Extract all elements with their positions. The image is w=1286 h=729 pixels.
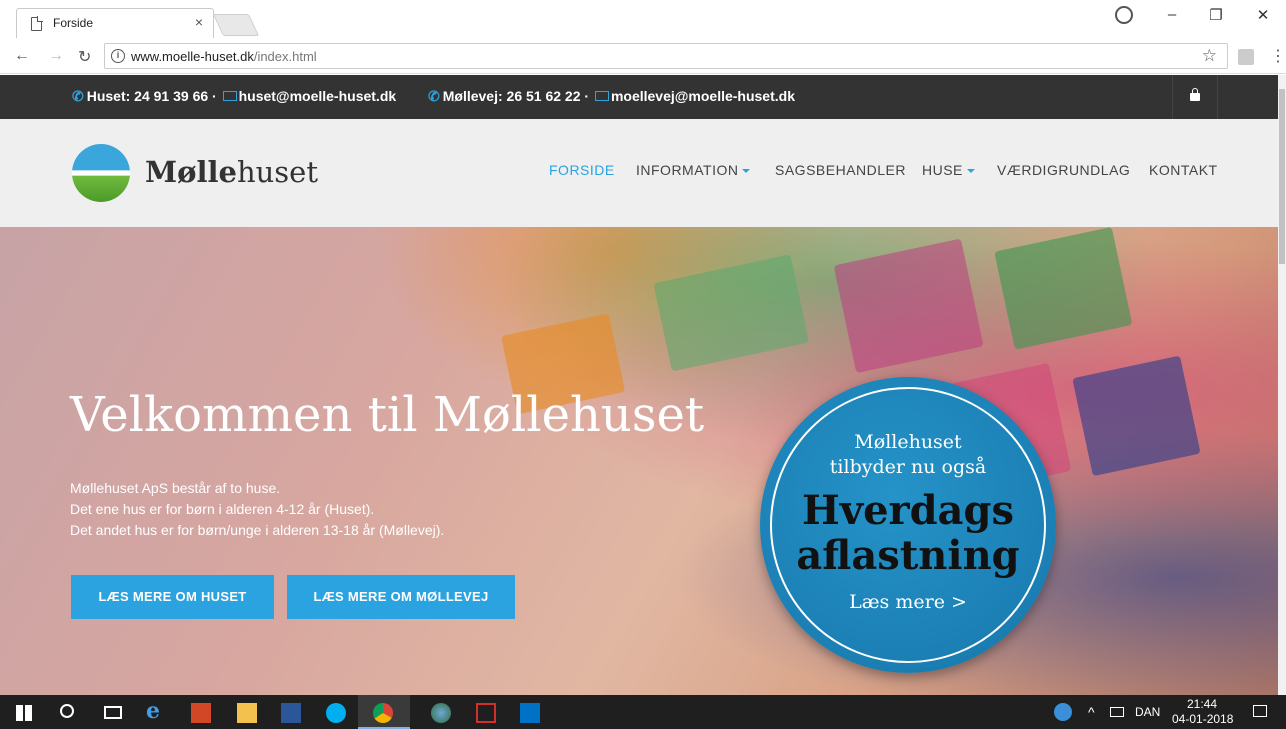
word-icon[interactable] (281, 703, 301, 723)
url-input[interactable]: i www.moelle-huset.dk/index.html ☆ (104, 43, 1228, 69)
maximize-button[interactable]: ❐ (1196, 6, 1236, 24)
site-logo[interactable]: Møllehuset (145, 155, 318, 189)
notifications-icon[interactable] (1253, 705, 1267, 717)
chevron-up-icon[interactable]: ^ (1088, 704, 1095, 720)
caret-down-icon (742, 169, 751, 173)
browser-tab[interactable]: Forside × (16, 8, 214, 38)
nav-huse[interactable]: HUSE (922, 162, 975, 178)
url-path: /index.html (253, 49, 317, 64)
badge-line2: tilbyder nu også (829, 456, 987, 478)
hero-line: Møllehuset ApS består af to huse. (70, 480, 281, 496)
contact-huset: ✆ Huset: 24 91 39 66 · huset@moelle-huset… (72, 88, 396, 105)
phone-moellevej[interactable]: Møllevej: 26 51 62 22 · (443, 88, 593, 104)
hero-title: Velkommen til Møllehuset (70, 387, 705, 443)
lock-icon (1190, 88, 1200, 101)
nav-forside[interactable]: FORSIDE (549, 162, 615, 178)
file-explorer-icon[interactable] (237, 703, 257, 723)
tab-close-icon[interactable]: × (195, 14, 203, 30)
tab-title: Forside (53, 16, 94, 30)
reload-icon[interactable]: ↻ (78, 47, 91, 67)
nav-vaerdigrundlag[interactable]: VÆRDIGRUNDLAG (997, 162, 1130, 178)
promo-badge[interactable]: Møllehuset tilbyder nu også Hverdags afl… (760, 377, 1056, 673)
nav-sagsbehandler[interactable]: SAGSBEHANDLER (775, 162, 906, 178)
nav-kontakt[interactable]: KONTAKT (1149, 162, 1218, 178)
windows-start-icon[interactable] (16, 705, 32, 721)
badge-line1: Møllehuset (854, 431, 962, 453)
chrome-menu-icon[interactable]: ⋮ (1270, 46, 1286, 66)
address-bar-row: ← → ↻ i www.moelle-huset.dk/index.html ☆… (0, 38, 1286, 74)
document-icon (31, 16, 43, 31)
battery-icon[interactable] (1110, 707, 1124, 717)
minimize-button[interactable]: – (1152, 6, 1192, 23)
scroll-thumb[interactable] (1279, 89, 1285, 264)
badge-headline1: Hverdags (802, 487, 1014, 534)
task-view-icon[interactable] (104, 706, 122, 719)
mail-icon (594, 91, 609, 101)
badge-read-more-link[interactable]: Læs mere > (760, 591, 1056, 613)
clock-date[interactable]: 04-01-2018 (1172, 712, 1233, 726)
hero-description: Møllehuset ApS består af to huse. Det en… (70, 478, 444, 541)
globe-app-icon[interactable] (431, 703, 451, 723)
read-more-huset-button[interactable]: LÆS MERE OM HUSET (71, 575, 274, 619)
hero-banner: Velkommen til Møllehuset Møllehuset ApS … (0, 227, 1278, 695)
caret-down-icon (966, 169, 975, 173)
forward-arrow-icon[interactable]: → (48, 47, 64, 65)
contact-moellevej: ✆ Møllevej: 26 51 62 22 · moellevej@moell… (428, 88, 795, 105)
outlook-icon[interactable] (520, 703, 540, 723)
bookmark-star-icon[interactable]: ☆ (1202, 46, 1217, 66)
hero-line: Det ene hus er for børn i alderen 4-12 å… (70, 501, 375, 517)
login-button[interactable] (1172, 75, 1218, 119)
phone-icon: ✆ (428, 88, 440, 104)
email-moellevej-link[interactable]: moellevej@moelle-huset.dk (611, 88, 795, 104)
info-icon[interactable]: i (111, 49, 125, 63)
powerpoint-icon[interactable] (191, 703, 211, 723)
new-tab-button[interactable] (212, 14, 260, 36)
acrobat-icon[interactable] (476, 703, 496, 723)
email-huset-link[interactable]: huset@moelle-huset.dk (239, 88, 397, 104)
language-indicator[interactable]: DAN (1135, 705, 1160, 719)
nav-information[interactable]: INFORMATION (636, 162, 751, 178)
internet-explorer-icon[interactable]: e (146, 700, 168, 722)
chrome-icon[interactable] (373, 703, 393, 723)
extension-icon[interactable] (1238, 49, 1254, 65)
clock-time[interactable]: 21:44 (1187, 697, 1217, 711)
badge-headline2: aflastning (796, 532, 1020, 579)
close-window-button[interactable]: ✕ (1243, 6, 1283, 24)
contact-bar: ✆ Huset: 24 91 39 66 · huset@moelle-huset… (0, 75, 1278, 119)
url-domain: www.moelle-huset.dk (131, 49, 254, 64)
logo-icon[interactable] (72, 144, 130, 202)
browser-tabstrip: Forside × – ❐ ✕ (0, 0, 1286, 38)
mail-icon (222, 91, 237, 101)
search-icon[interactable] (60, 704, 74, 718)
hero-line: Det andet hus er for børn/unge i alderen… (70, 522, 445, 538)
profile-icon[interactable] (1115, 6, 1133, 24)
back-arrow-icon[interactable]: ← (14, 47, 30, 65)
phone-huset[interactable]: Huset: 24 91 39 66 · (87, 88, 221, 104)
read-more-moellevej-button[interactable]: LÆS MERE OM MØLLEVEJ (287, 575, 515, 619)
page-scrollbar[interactable] (1278, 75, 1286, 695)
help-icon[interactable] (1054, 703, 1072, 721)
skype-icon[interactable] (326, 703, 346, 723)
phone-icon: ✆ (72, 88, 84, 104)
windows-taskbar: e ^ DAN 21:44 04-01-2018 (0, 695, 1286, 729)
site-header: Møllehuset FORSIDE INFORMATION SAGSBEHAN… (0, 119, 1278, 227)
